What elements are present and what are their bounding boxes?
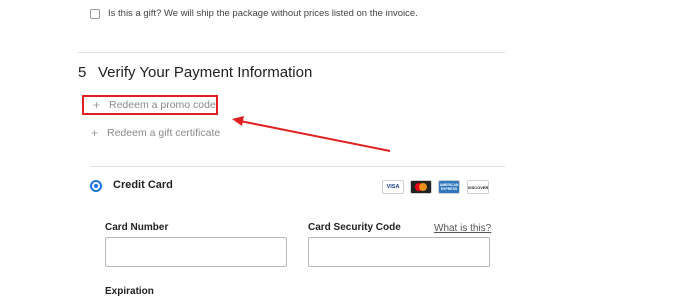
- payment-divider: [90, 166, 505, 167]
- security-code-label: Card Security Code: [308, 222, 401, 233]
- discover-logo: DISCOVER: [467, 180, 489, 194]
- card-number-label: Card Number: [105, 222, 169, 233]
- amex-logo: AMERICAN EXPRESS: [438, 180, 460, 194]
- annotation-arrow-head: [232, 116, 244, 126]
- card-number-input[interactable]: [105, 237, 287, 267]
- credit-card-radio[interactable]: [90, 180, 102, 192]
- annotation-arrow-line: [239, 120, 391, 152]
- visa-logo: VISA: [382, 180, 404, 194]
- credit-card-label: Credit Card: [113, 179, 173, 191]
- expiration-label: Expiration: [105, 286, 154, 297]
- what-is-this-link[interactable]: What is this?: [434, 223, 491, 234]
- mastercard-logo: [410, 180, 432, 194]
- security-code-input[interactable]: [308, 237, 490, 267]
